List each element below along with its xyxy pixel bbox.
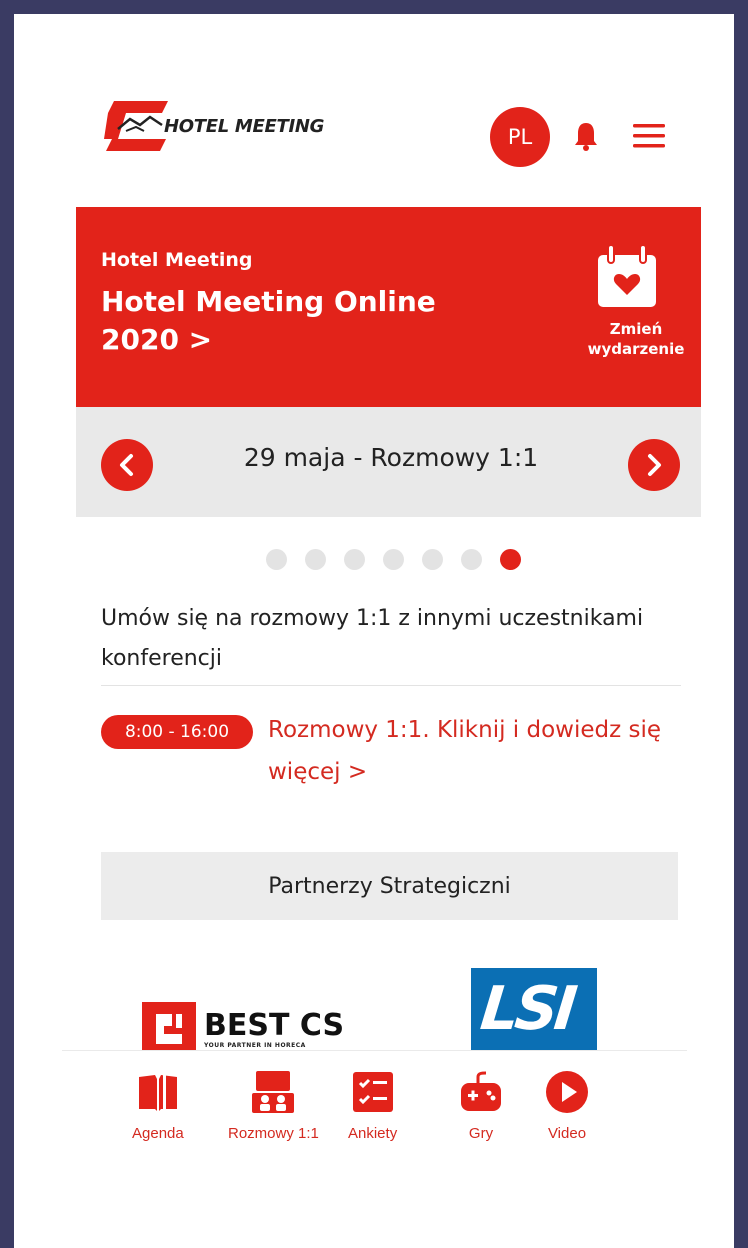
best-cs-tagline: YOUR PARTNER IN HORECA xyxy=(204,1041,306,1049)
divider xyxy=(101,685,681,686)
device-screen: HOTEL MEETING PL Hotel Meeting Hotel Mee… xyxy=(14,14,734,1248)
book-icon xyxy=(138,1075,177,1111)
event-banner: Hotel Meeting Hotel Meeting Online 2020 … xyxy=(76,207,701,407)
handshake-logo-icon xyxy=(104,101,168,151)
nav-item-agenda[interactable]: Agenda xyxy=(132,1069,184,1142)
nav-item-video[interactable]: Video xyxy=(544,1069,590,1142)
nav-label-agenda: Agenda xyxy=(132,1125,184,1142)
next-day-button[interactable] xyxy=(628,439,680,491)
carousel-dot[interactable] xyxy=(422,549,443,570)
best-cs-name: BEST CS xyxy=(204,1007,345,1043)
app-content: HOTEL MEETING PL Hotel Meeting Hotel Mee… xyxy=(76,69,701,1069)
nav-label-surveys: Ankiety xyxy=(348,1125,398,1142)
change-event-label-1: Zmień xyxy=(609,320,663,338)
carousel-dot[interactable] xyxy=(266,549,287,570)
language-selector[interactable]: PL xyxy=(490,107,550,167)
previous-day-button[interactable] xyxy=(101,439,153,491)
carousel-dots xyxy=(266,549,521,570)
carousel-dot[interactable] xyxy=(383,549,404,570)
session-time-badge: 8:00 - 16:00 xyxy=(101,715,253,749)
chevron-left-icon xyxy=(120,454,133,476)
nav-label-meetings: Rozmowy 1:1 xyxy=(228,1125,319,1142)
calendar-heart-icon[interactable] xyxy=(596,245,658,309)
event-organizer: Hotel Meeting xyxy=(101,249,253,271)
nav-item-games[interactable]: Gry xyxy=(458,1069,504,1142)
day-label: 29 maja - Rozmowy 1:1 xyxy=(243,443,539,472)
bottom-navigation: Agenda Rozmowy 1:1 Ankiety Gry Video xyxy=(62,1050,687,1200)
nav-item-meetings[interactable]: Rozmowy 1:1 xyxy=(228,1069,319,1142)
nav-label-video: Video xyxy=(547,1125,587,1142)
logo-text: HOTEL MEETING xyxy=(164,115,325,137)
nav-item-surveys[interactable]: Ankiety xyxy=(348,1069,397,1142)
best-cs-logo[interactable]: BEST CS YOUR PARTNER IN HORECA xyxy=(142,1002,344,1056)
gamepad-icon xyxy=(461,1071,501,1111)
carousel-dot[interactable] xyxy=(305,549,326,570)
change-event-label-2: wydarzenie xyxy=(587,340,685,358)
checklist-icon xyxy=(352,1072,393,1112)
nav-label-games: Gry xyxy=(468,1125,494,1142)
event-title-link[interactable]: Hotel Meeting Online 2020 > xyxy=(101,283,481,359)
hotel-meeting-logo[interactable]: HOTEL MEETING xyxy=(104,99,324,153)
change-event-button[interactable]: Zmień wydarzenie xyxy=(566,319,706,359)
carousel-dot[interactable] xyxy=(461,549,482,570)
day-switcher: 29 maja - Rozmowy 1:1 xyxy=(76,407,701,517)
chevron-right-icon xyxy=(648,454,661,476)
carousel-dot[interactable] xyxy=(344,549,365,570)
app-header: HOTEL MEETING PL xyxy=(76,69,701,189)
meeting-icon xyxy=(252,1071,295,1113)
bell-icon[interactable] xyxy=(573,120,599,152)
lsi-logo-text: LSI xyxy=(477,974,577,1044)
day-description: Umów się na rozmowy 1:1 z innymi uczestn… xyxy=(101,606,644,671)
session-link[interactable]: Rozmowy 1:1. Kliknij i dowiedz się więce… xyxy=(268,709,688,793)
carousel-dot[interactable] xyxy=(500,549,521,570)
best-cs-mark-icon xyxy=(142,1002,196,1056)
hamburger-menu-icon[interactable] xyxy=(631,121,667,151)
partners-heading[interactable]: Partnerzy Strategiczni xyxy=(101,852,678,920)
play-icon xyxy=(546,1071,588,1113)
